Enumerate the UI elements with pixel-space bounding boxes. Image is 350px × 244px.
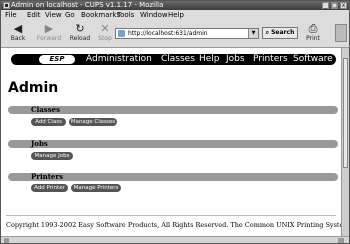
add-class-button[interactable]: Add Class: [31, 118, 66, 126]
menu-window[interactable]: Window: [140, 10, 168, 21]
minimize-icon[interactable]: _: [322, 2, 329, 9]
menu-go[interactable]: Go: [65, 10, 75, 21]
page-icon: [118, 30, 125, 37]
esp-logo[interactable]: ESP: [39, 55, 75, 64]
search-icon: ⌕: [265, 29, 270, 36]
forward-arrow-icon: ▶: [44, 22, 54, 35]
menu-view[interactable]: View: [45, 10, 62, 21]
menu-help[interactable]: Help: [168, 10, 184, 21]
chevron-down-icon[interactable]: ▼: [248, 29, 258, 38]
manage-classes-button[interactable]: Manage Classes: [69, 118, 117, 126]
page-title: Admin: [8, 80, 59, 96]
vertical-scrollbar[interactable]: [341, 48, 349, 236]
menu-file[interactable]: File: [5, 10, 17, 21]
menu-tools[interactable]: Tools: [117, 10, 134, 21]
status-bar: [1, 236, 349, 243]
footer-divider: [6, 215, 336, 216]
window-title: Admin on localhost - CUPS v1.1.17 - Mozi…: [11, 1, 164, 9]
section-header-printers: Printers: [8, 172, 338, 181]
menu-edit[interactable]: Edit: [27, 10, 41, 21]
throbber-icon: [335, 24, 347, 42]
search-button[interactable]: ⌕ Search: [262, 27, 298, 39]
maximize-icon[interactable]: □: [331, 2, 338, 9]
address-bar[interactable]: http://localhost:631/admin ▼: [115, 28, 259, 39]
nav-link-printers[interactable]: Printers: [253, 54, 288, 65]
menu-bookmarks[interactable]: Bookmarks: [81, 10, 120, 21]
nav-link-help[interactable]: Help: [199, 54, 220, 65]
nav-link-administration[interactable]: Administration: [86, 54, 152, 65]
reload-button[interactable]: ↻ Reload: [67, 23, 93, 45]
back-arrow-icon: ◀: [13, 22, 23, 35]
print-button[interactable]: ⎙ Print: [300, 23, 326, 45]
browser-window: Admin on localhost - CUPS v1.1.17 - Mozi…: [0, 0, 350, 244]
address-text: http://localhost:631/admin: [128, 30, 208, 37]
nav-link-jobs[interactable]: Jobs: [226, 54, 245, 65]
scrollbar-thumb[interactable]: [343, 58, 348, 168]
reload-icon: ↻: [75, 22, 85, 35]
forward-button[interactable]: ▶ Forward: [36, 23, 62, 45]
online-status-icon: [4, 238, 9, 243]
window-menu-icon[interactable]: ▪: [3, 2, 10, 9]
section-header-classes: Classes: [8, 105, 338, 114]
nav-link-classes[interactable]: Classes: [161, 54, 195, 65]
manage-jobs-button[interactable]: Manage Jobs: [31, 152, 73, 160]
title-bar: Admin on localhost - CUPS v1.1.17 - Mozi…: [1, 1, 349, 10]
close-icon[interactable]: x: [340, 2, 347, 9]
section-header-jobs: Jobs: [8, 139, 338, 148]
manage-printers-button[interactable]: Manage Printers: [71, 184, 121, 192]
cups-navbar: ESP Administration Classes Help Jobs Pri…: [11, 54, 336, 65]
add-printer-button[interactable]: Add Printer: [31, 184, 68, 192]
printer-icon: ⎙: [308, 22, 318, 35]
nav-link-software[interactable]: Software: [293, 54, 333, 65]
copyright-footer: Copyright 1993-2002 Easy Software Produc…: [6, 221, 341, 229]
back-button[interactable]: ◀ Back: [5, 23, 31, 45]
security-lock-icon: [338, 238, 344, 243]
stop-icon: ✕: [100, 22, 110, 35]
page-content: ESP Administration Classes Help Jobs Pri…: [1, 48, 341, 236]
